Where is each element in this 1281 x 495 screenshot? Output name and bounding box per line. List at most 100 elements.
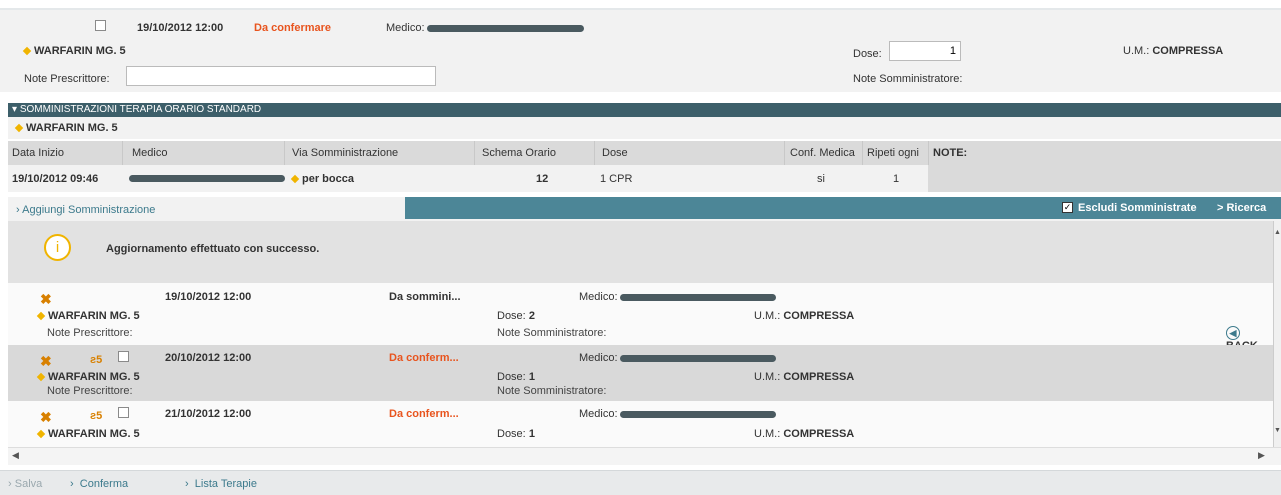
list-item-um: U.M.: COMPRESSA [754,371,855,383]
reschedule-icon[interactable]: ƨ5 [90,354,102,366]
exclude-checkbox[interactable]: ✓ [1062,202,1073,213]
chevron-right-icon: › [16,204,20,216]
select-checkbox[interactable] [118,407,129,418]
footer-toolbar: › Salva › Conferma › Lista Terapie [0,470,1281,495]
col-dose: Dose [602,147,628,159]
note-somministratore-label: Note Somministratore: [497,385,607,397]
cancel-x-icon[interactable]: ✖ [40,353,52,370]
col-divider [862,141,863,165]
medico-label: Medico: [579,408,618,420]
scroll-right-icon[interactable]: ▶ [1258,450,1265,461]
col-data-inizio: Data Inizio [12,147,64,159]
scroll-down-icon[interactable]: ▼ [1274,427,1281,434]
therapy-list-button[interactable]: › Lista Terapie [185,478,257,490]
list-item-dose: Dose: 1 [497,371,535,383]
list-item-datetime: 21/10/2012 12:00 [165,408,252,420]
note-prescrittore-label: Note Prescrittore: [47,385,133,397]
section-drug-name: WARFARIN MG. 5 [14,122,118,134]
note-somministratore-label: Note Somministratore: [497,327,607,339]
note-somministratore-label: Note Somministratore: [853,73,963,85]
chevron-right-icon: › [8,478,12,490]
col-divider [474,141,475,165]
col-note: NOTE: [933,147,968,159]
note-prescrittore-label: Note Prescrittore: [24,73,110,85]
horizontal-scrollbar[interactable]: ◀ ▶ [8,447,1281,465]
list-item-dose: Dose: 1 [497,428,535,440]
col-divider [122,141,123,165]
cell-dose: 1 CPR [600,173,633,185]
confirm-button[interactable]: › Conferma [70,478,128,490]
col-ripeti: Ripeti ogni [867,147,919,159]
drug-name: WARFARIN MG. 5 [22,45,126,57]
section-header[interactable]: ▾ SOMMINISTRAZIONI TERAPIA ORARIO STANDA… [8,103,1281,117]
select-checkbox[interactable] [95,20,106,31]
medico-label: Medico: [579,352,618,364]
add-administration-link[interactable]: › Aggiungi Somministrazione [16,204,155,216]
cell-via: per bocca [290,173,354,185]
cancel-x-icon[interactable]: ✖ [40,291,52,308]
scroll-left-icon[interactable]: ◀ [12,450,19,461]
therapy-table-header: Data Inizio Medico Via Somministrazione … [8,141,1281,165]
search-link[interactable]: > Ricerca [1217,202,1266,214]
dose-input[interactable] [889,41,961,61]
select-checkbox[interactable] [118,351,129,362]
via-bullet-icon [290,174,300,184]
drug-bullet-icon [14,123,24,133]
drug-bullet-icon [36,311,46,321]
info-icon: i [44,234,71,261]
cell-data-inizio: 19/10/2012 09:46 [12,173,99,185]
cell-schema: 12 [536,173,549,185]
drug-bullet-icon [22,46,32,56]
filter-bar: ✓ Escludi Somministrate > Ricerca [405,197,1281,219]
list-item-status: Da conferm... [389,408,459,420]
list-item-status: Da sommini... [389,291,461,303]
col-via: Via Somministrazione [292,147,399,159]
cancel-x-icon[interactable]: ✖ [40,409,52,426]
administration-list: ✖ 19/10/2012 12:00 Da sommini... Medico:… [8,283,1273,447]
status-label: Da confermare [254,22,332,34]
medico-label: Medico: [386,22,425,34]
note-cell [928,165,1281,192]
list-item-um: U.M.: COMPRESSA [754,310,855,322]
scroll-up-icon[interactable]: ▲ [1274,229,1281,236]
chevron-right-icon: › [185,478,189,490]
list-item-status: Da conferm... [389,352,459,364]
col-divider [784,141,785,165]
col-divider [594,141,595,165]
section-drug-row: WARFARIN MG. 5 [8,117,1281,139]
message-area: i Aggiornamento effettuato con successo. [8,221,1273,283]
list-item-datetime: 20/10/2012 12:00 [165,352,252,364]
success-message: Aggiornamento effettuato con successo. [106,243,320,255]
drug-bullet-icon [36,429,46,439]
note-prescrittore-label: Note Prescrittore: [47,327,133,339]
col-conf-medica: Conf. Medica [790,147,855,159]
pending-administration-panel: 19/10/2012 12:00 Da confermare Medico: W… [0,10,1281,92]
chevron-right-icon: › [70,478,74,490]
section-title: SOMMINISTRAZIONI TERAPIA ORARIO STANDARD [19,104,262,115]
list-item-drug: WARFARIN MG. 5 [36,310,140,322]
col-divider [284,141,285,165]
redacted-medico-name [427,25,584,32]
list-item[interactable]: ✖ ƨ5 20/10/2012 12:00 Da conferm... Medi… [8,345,1273,401]
dose-label: Dose: [853,48,882,60]
reschedule-icon[interactable]: ƨ5 [90,410,102,422]
datetime-label: 19/10/2012 12:00 [137,22,224,34]
drug-bullet-icon [36,372,46,382]
redacted-medico-name [620,411,776,418]
list-item[interactable]: ✖ ƨ5 21/10/2012 12:00 Da conferm... Medi… [8,401,1273,447]
list-item[interactable]: ✖ 19/10/2012 12:00 Da sommini... Medico:… [8,283,1273,352]
therapy-table-row[interactable]: 19/10/2012 09:46 per bocca 12 1 CPR si 1 [8,165,928,192]
list-item-drug: WARFARIN MG. 5 [36,428,140,440]
col-divider [928,141,929,165]
list-item-drug: WARFARIN MG. 5 [36,371,140,383]
col-schema: Schema Orario [482,147,556,159]
note-prescrittore-input[interactable] [126,66,436,86]
redacted-medico-name [129,175,285,182]
col-medico: Medico [132,147,168,159]
save-button[interactable]: › Salva [8,478,42,490]
vertical-scrollbar[interactable]: ▲ ▼ [1273,221,1281,447]
medico-label: Medico: [579,291,618,303]
list-item-dose: Dose: 2 [497,310,535,322]
redacted-medico-name [620,355,776,362]
collapse-triangle-icon: ▾ [12,104,18,115]
